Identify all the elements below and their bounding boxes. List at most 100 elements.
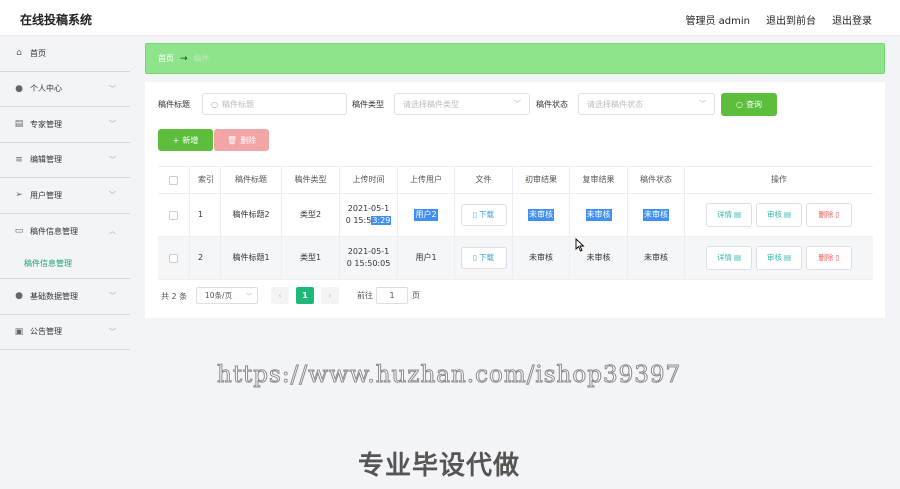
sidebar-item-label: 稿件信息管理 <box>30 226 78 236</box>
download-button[interactable]: ▯ 下载 <box>460 204 507 226</box>
selected-text: 3:29 <box>371 216 392 225</box>
next-page-button[interactable]: › <box>321 287 339 304</box>
row-delete-button-label: 删除 <box>818 253 834 263</box>
row-status: 未审核 <box>628 237 685 279</box>
file-icon: ▯ <box>472 253 478 263</box>
review-button-label: 审核 <box>766 210 782 220</box>
chevron-down-icon: ﹀ <box>245 293 252 300</box>
current-page-button[interactable]: 1 <box>296 287 314 304</box>
prev-page-button[interactable]: ‹ <box>271 287 289 304</box>
chevron-down-icon: ﹀ <box>109 191 116 200</box>
sidebar-item-basic-data[interactable]: ● 基础数据管理 ﹀ <box>0 279 130 315</box>
total-count: 共 2 条 <box>161 291 188 301</box>
sidebar-item-manuscripts[interactable]: ▭ 稿件信息管理 ︿ <box>0 214 130 250</box>
title-search-input[interactable]: ○ 稿件标题 <box>202 93 347 115</box>
row-upload-time: 2021-05-1 0 15:53:29 <box>340 194 398 236</box>
second-review-text: 未审核 <box>585 208 612 222</box>
status-select[interactable]: 请选择稿件状态 ﹀ <box>578 93 715 115</box>
row-file-cell: ▯ 下载 <box>455 237 513 279</box>
bottom-banner-text: 专业毕设代做 <box>358 451 521 481</box>
trash-icon: 🗑 <box>226 135 238 145</box>
status-select-placeholder: 请选择稿件状态 <box>587 99 643 109</box>
row-upload-time: 2021-05-1 0 15:50:05 <box>340 237 398 279</box>
logout-link[interactable]: 退出登录 <box>832 12 872 27</box>
header-second-review: 复审结果 <box>570 167 628 193</box>
download-button[interactable]: ▯ 下载 <box>460 247 507 269</box>
header-type: 稿件类型 <box>282 167 340 193</box>
row-user-text: 用户2 <box>414 208 438 222</box>
briefcase-icon: ▣ <box>14 326 24 337</box>
detail-button[interactable]: 详情 ▤ <box>706 203 752 227</box>
download-button-label: 下载 <box>479 253 495 263</box>
chevron-down-icon: ﹀ <box>109 120 116 129</box>
sidebar-item-home[interactable]: ⌂ 首页 <box>0 36 130 72</box>
sidebar-item-label: 编辑管理 <box>30 155 62 165</box>
row-index: 1 <box>190 194 221 236</box>
chat-icon: ▭ <box>14 226 24 237</box>
detail-button[interactable]: 详情 ▤ <box>706 246 752 270</box>
header-operations: 操作 <box>771 174 787 184</box>
search-icon: ○ <box>736 100 743 109</box>
row-checkbox[interactable] <box>169 210 178 220</box>
sidebar-item-users[interactable]: ➢ 用户管理 ﹀ <box>0 178 130 214</box>
sidebar-subitem-manuscripts[interactable]: 稿件信息管理 <box>0 249 130 279</box>
breadcrumb: 首页 → 稿件 <box>145 43 885 74</box>
search-icon: ○ <box>211 99 218 109</box>
first-review-text: 未审核 <box>528 208 554 222</box>
main-panel: 稿件标题 ○ 稿件标题 稿件类型 请选择稿件类型 ﹀ 稿件状态 请选择稿件状态 … <box>145 82 885 318</box>
row-file-cell: ▯ 下载 <box>455 194 513 236</box>
send-icon: ➢ <box>15 190 23 201</box>
delete-button[interactable]: 🗑 删除 <box>214 129 269 151</box>
chevron-up-icon: ︿ <box>109 227 116 236</box>
review-button[interactable]: 审核 ▤ <box>756 203 802 227</box>
review-icon: ▤ <box>783 253 792 263</box>
goto-page-input[interactable]: 1 <box>376 287 408 304</box>
status-text: 未审核 <box>643 208 669 222</box>
row-checkbox[interactable] <box>169 253 178 263</box>
file-icon: ▯ <box>472 210 478 220</box>
query-button-label: 查询 <box>745 100 762 109</box>
header-index: 索引 <box>190 167 221 193</box>
sidebar-item-announcements[interactable]: ▣ 公告管理 ﹀ <box>0 315 130 350</box>
header-status: 稿件状态 <box>628 167 685 193</box>
header-title: 稿件标题 <box>221 167 282 193</box>
row-status: 未审核 <box>628 194 685 236</box>
title-search-placeholder: 稿件标题 <box>221 99 254 109</box>
add-button[interactable]: + 新增 <box>158 129 213 151</box>
sidebar-item-editors[interactable]: ≡ 编辑管理 ﹀ <box>0 143 130 178</box>
page-size-value: 10条/页 <box>205 291 233 300</box>
review-button[interactable]: 审核 ▤ <box>756 246 802 270</box>
breadcrumb-home[interactable]: 首页 <box>158 53 174 64</box>
time-date: 2021-05-1 <box>347 203 390 213</box>
back-to-front-link[interactable]: 退出到前台 <box>766 12 816 27</box>
row-delete-button[interactable]: 删除 ▯ <box>806 246 852 270</box>
app-title: 在线投稿系统 <box>20 13 93 27</box>
add-button-label: 新增 <box>182 135 199 145</box>
top-links: 管理员 admin 退出到前台 退出登录 <box>685 12 872 27</box>
data-table: 索引 稿件标题 稿件类型 上传时间 上传用户 文件 初审结果 复审结果 稿件状态… <box>158 166 873 280</box>
type-select[interactable]: 请选择稿件类型 ﹀ <box>394 93 530 115</box>
query-button[interactable]: ○ 查询 <box>721 93 777 116</box>
sidebar-item-experts[interactable]: ▤ 专家管理 ﹀ <box>0 107 130 143</box>
row-operations: 详情 ▤ 审核 ▤ 删除 ▯ <box>685 237 873 279</box>
user-icon: ● <box>15 291 23 302</box>
mouse-cursor-icon <box>575 238 585 252</box>
row-operations: 详情 ▤ 审核 ▤ 删除 ▯ <box>685 194 873 236</box>
page-size-select[interactable]: 10条/页 ﹀ <box>196 287 258 304</box>
row-delete-button[interactable]: 删除 ▯ <box>806 203 852 227</box>
select-all-checkbox[interactable] <box>169 175 178 185</box>
chevron-down-icon: ﹀ <box>109 327 116 336</box>
sidebar-item-profile[interactable]: ● 个人中心 ﹀ <box>0 72 130 107</box>
header-upload-time: 上传时间 <box>340 167 398 193</box>
title-search-label: 稿件标题 <box>158 100 190 109</box>
review-button-label: 审核 <box>766 253 782 263</box>
plus-icon: + <box>172 135 180 145</box>
row-type: 类型2 <box>282 194 340 236</box>
download-button-label: 下载 <box>479 210 495 220</box>
detail-icon: ▤ <box>733 210 742 220</box>
sidebar-item-label: 个人中心 <box>30 84 62 94</box>
row-delete-button-label: 删除 <box>818 210 834 220</box>
page-unit-label: 页 <box>412 291 420 300</box>
table-row: 1 稿件标题2 类型2 2021-05-1 0 15:53:29 用户2 ▯ 下载… <box>158 194 873 237</box>
chevron-down-icon: ﹀ <box>514 100 521 108</box>
